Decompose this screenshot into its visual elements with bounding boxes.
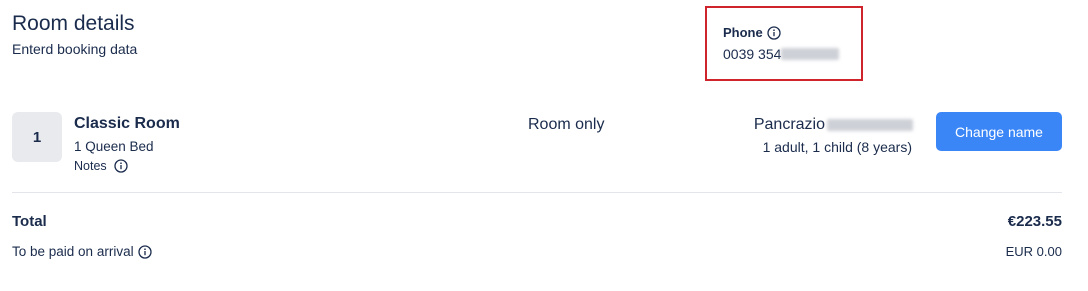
- phone-value: 0039 354: [723, 46, 840, 62]
- redacted-guest-surname: [827, 119, 913, 131]
- meal-plan: Room only: [528, 116, 605, 133]
- phone-number-visible: 0039 354: [723, 46, 782, 62]
- room-name: Classic Room: [74, 115, 180, 132]
- guest-first-name: Pancrazio: [753, 116, 825, 133]
- arrival-payment-row: To be paid on arrival: [12, 244, 152, 259]
- info-circle-icon[interactable]: [767, 25, 781, 40]
- total-label: Total: [12, 213, 47, 230]
- page-subtitle: Enterd booking data: [12, 41, 138, 57]
- phone-label-row: Phone: [723, 25, 781, 40]
- info-circle-icon[interactable]: [137, 244, 152, 259]
- arrival-payment-label: To be paid on arrival: [12, 244, 134, 259]
- room-number-badge: 1: [12, 112, 62, 162]
- info-circle-icon[interactable]: [114, 159, 128, 173]
- phone-label: Phone: [723, 25, 763, 40]
- divider: [12, 192, 1062, 193]
- guest-occupancy: 1 adult, 1 child (8 years): [762, 139, 912, 155]
- change-name-button[interactable]: Change name: [936, 112, 1062, 151]
- guest-name: Pancrazio: [754, 116, 913, 134]
- notes-row: Notes: [74, 159, 128, 173]
- bed-type: 1 Queen Bed: [74, 139, 154, 154]
- phone-highlight-box: Phone 0039 354: [705, 6, 863, 81]
- total-value: €223.55: [1007, 213, 1062, 230]
- notes-label: Notes: [74, 159, 107, 173]
- page-title: Room details: [12, 12, 135, 35]
- redacted-phone-digits: [781, 48, 840, 60]
- arrival-payment-value: EUR 0.00: [1005, 244, 1062, 259]
